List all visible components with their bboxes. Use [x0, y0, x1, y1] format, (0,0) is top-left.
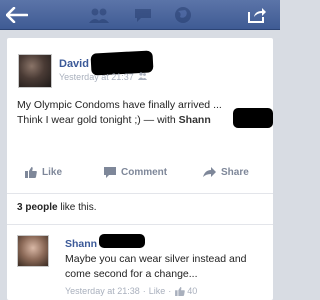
like-button-label: Like — [42, 166, 63, 178]
post-text-line2: Think I wear gold tonight ;) — with — [17, 114, 179, 126]
comment-like-link[interactable]: Like — [149, 286, 166, 296]
top-bar — [0, 0, 280, 30]
post-author-name[interactable]: David — [59, 58, 89, 70]
comment-text: Maybe you can wear silver instead and co… — [65, 253, 247, 280]
author-avatar[interactable] — [18, 54, 52, 88]
commenter-avatar[interactable] — [17, 235, 49, 267]
likes-suffix: like this. — [57, 202, 97, 213]
like-button[interactable]: Like — [25, 162, 62, 182]
comment-button-label: Comment — [121, 166, 168, 178]
post-timestamp[interactable]: Yesterday at 21:37 — [59, 72, 148, 82]
share-button-label: Share — [221, 166, 249, 178]
comment-timestamp[interactable]: Yesterday at 21:38 — [65, 286, 140, 296]
notifications-globe-icon[interactable] — [170, 5, 196, 25]
divider — [7, 224, 273, 225]
meta-separator: · — [142, 286, 146, 296]
redaction-bar — [99, 234, 145, 248]
share-out-icon[interactable] — [244, 5, 270, 25]
comment-like-count[interactable]: 40 — [187, 286, 197, 296]
back-arrow-icon[interactable] — [4, 5, 30, 25]
share-arrow-icon — [203, 166, 216, 177]
likes-summary[interactable]: 3 people like this. — [17, 202, 96, 213]
friend-requests-icon[interactable] — [86, 5, 112, 25]
post-text-line1: My Olympic Condoms have finally arrived … — [17, 99, 222, 111]
post-body: My Olympic Condoms have finally arrived … — [17, 98, 267, 128]
share-button[interactable]: Share — [203, 162, 249, 182]
divider — [7, 193, 273, 194]
comment-author-name[interactable]: Shann — [65, 238, 97, 250]
comment-button[interactable]: Comment — [104, 162, 167, 182]
thumb-up-icon — [25, 166, 37, 178]
post-actions: Like Comment Share — [7, 162, 273, 182]
post-card: David Yesterday at 21:37 My Olympic Cond… — [7, 38, 273, 300]
tagged-friend-link[interactable]: Shann — [179, 114, 211, 126]
redaction-bar — [233, 108, 273, 128]
friends-audience-icon — [138, 72, 148, 80]
thumb-up-icon — [175, 286, 186, 296]
post-timestamp-text: Yesterday at 21:37 — [59, 72, 134, 82]
likes-count[interactable]: 3 people — [17, 202, 58, 213]
comment-meta: Yesterday at 21:38 · Like · 40 — [65, 286, 197, 296]
comment-icon — [104, 166, 116, 178]
meta-separator: · — [168, 286, 172, 296]
messages-icon[interactable] — [130, 5, 156, 25]
